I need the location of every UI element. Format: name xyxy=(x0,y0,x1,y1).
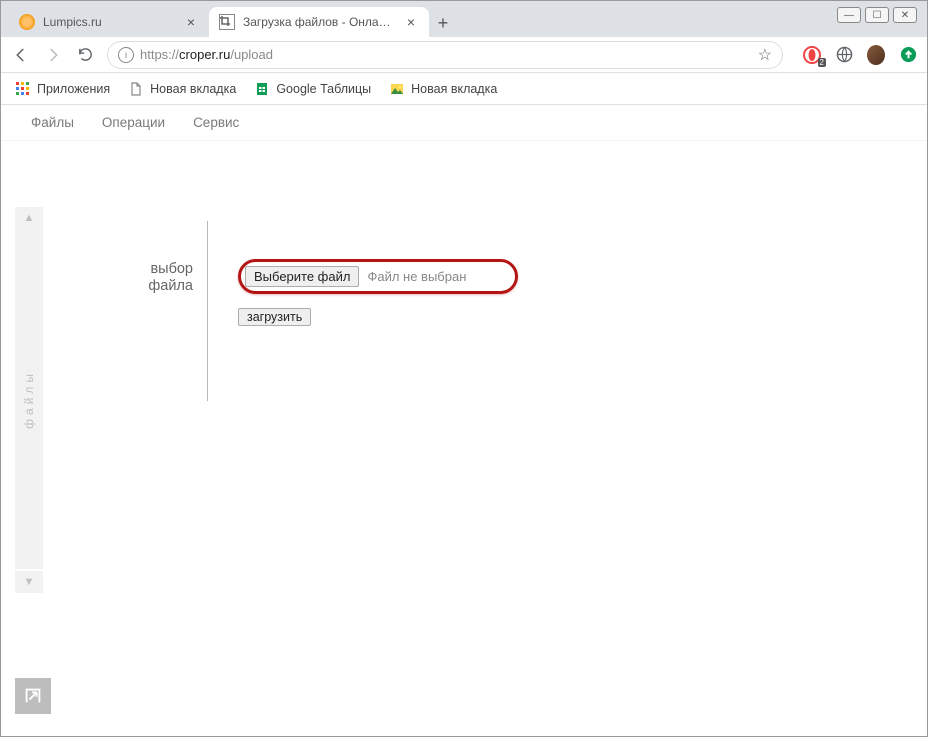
extension-icons: 2 xyxy=(803,46,917,64)
globe-extension-icon[interactable] xyxy=(835,46,853,64)
window-maximize-button[interactable]: ☐ xyxy=(865,7,889,23)
new-tab-bookmark-1[interactable]: Новая вкладка xyxy=(128,81,236,97)
sheets-icon xyxy=(254,81,270,97)
window-controls: — ☐ ✕ xyxy=(837,7,917,23)
file-chosen-status: Файл не выбран xyxy=(367,269,466,284)
new-tab-bookmark-2[interactable]: Новая вкладка xyxy=(389,81,497,97)
apps-grid-icon xyxy=(15,81,31,97)
tab-strip: Lumpics.ru × Загрузка файлов - Онлайн фо… xyxy=(1,1,927,37)
tab-croper-upload[interactable]: Загрузка файлов - Онлайн фото × xyxy=(209,7,429,37)
window-close-button[interactable]: ✕ xyxy=(893,7,917,23)
forward-button[interactable] xyxy=(43,45,63,65)
crop-favicon-icon xyxy=(219,14,235,30)
address-bar[interactable]: i https://croper.ru/upload ☆ xyxy=(107,41,783,69)
menu-operations[interactable]: Операции xyxy=(102,115,165,130)
page-icon xyxy=(128,81,144,97)
upload-section-label: выборфайла xyxy=(131,221,207,401)
tab-title: Загрузка файлов - Онлайн фото xyxy=(243,15,395,29)
tab-title: Lumpics.ru xyxy=(43,15,175,29)
browser-toolbar: i https://croper.ru/upload ☆ 2 xyxy=(1,37,927,73)
tab-lumpics[interactable]: Lumpics.ru × xyxy=(9,7,209,37)
bookmark-label: Новая вкладка xyxy=(150,82,236,96)
profile-avatar[interactable] xyxy=(867,46,885,64)
upload-section: выборфайла Выберите файл Файл не выбран … xyxy=(131,221,518,401)
side-panel-label: файлы xyxy=(22,370,36,429)
apps-bookmark[interactable]: Приложения xyxy=(15,81,110,97)
back-button[interactable] xyxy=(11,45,31,65)
orange-favicon-icon xyxy=(19,14,35,30)
upload-submit-button[interactable]: загрузить xyxy=(238,308,311,326)
menu-files[interactable]: Файлы xyxy=(31,115,74,130)
tab-close-icon[interactable]: × xyxy=(403,14,419,30)
bookmark-label: Новая вкладка xyxy=(411,82,497,96)
bookmark-label: Google Таблицы xyxy=(276,82,371,96)
picture-icon xyxy=(389,81,405,97)
window-minimize-button[interactable]: — xyxy=(837,7,861,23)
bookmark-star-icon[interactable]: ☆ xyxy=(758,45,772,65)
share-corner-icon[interactable] xyxy=(15,678,51,714)
reload-button[interactable] xyxy=(75,45,95,65)
side-panel-down-icon[interactable]: ▼ xyxy=(15,571,43,593)
new-tab-button[interactable]: + xyxy=(429,9,457,37)
side-panel-up-icon[interactable]: ▲ xyxy=(15,207,43,229)
page-content: ▲ файлы ▼ выборфайла Выберите файл Файл … xyxy=(1,141,927,728)
google-sheets-bookmark[interactable]: Google Таблицы xyxy=(254,81,371,97)
extension-badge: 2 xyxy=(818,58,826,67)
tab-close-icon[interactable]: × xyxy=(183,14,199,30)
url-text: https://croper.ru/upload xyxy=(140,47,752,62)
menu-service[interactable]: Сервис xyxy=(193,115,239,130)
side-panel-handle[interactable]: файлы xyxy=(15,229,43,569)
upload-extension-icon[interactable] xyxy=(899,46,917,64)
choose-file-button[interactable]: Выберите файл xyxy=(245,266,359,287)
site-menu-bar: Файлы Операции Сервис xyxy=(1,105,927,141)
bookmark-label: Приложения xyxy=(37,82,110,96)
file-input-highlight: Выберите файл Файл не выбран xyxy=(238,259,518,294)
upload-controls: Выберите файл Файл не выбран загрузить xyxy=(208,221,518,401)
bookmarks-bar: Приложения Новая вкладка Google Таблицы … xyxy=(1,73,927,105)
opera-extension-icon[interactable]: 2 xyxy=(803,46,821,64)
site-info-icon[interactable]: i xyxy=(118,47,134,63)
